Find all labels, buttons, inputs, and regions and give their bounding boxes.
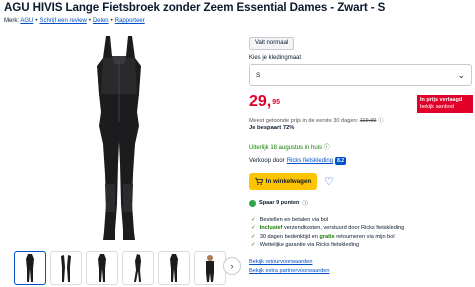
usp-item: ✓ 30 dagen bedenktijd en gratis retourner… (251, 233, 395, 240)
deal-line2: bekijk aanbod (420, 104, 454, 110)
old-price: 119,99 (359, 118, 377, 124)
chevron-right-icon: › (230, 261, 234, 271)
delivery-info: Uiterlijk 18 augustus in huis ⓘ (249, 142, 330, 151)
saving-text: Je bespaart 72% (249, 125, 295, 131)
report-link[interactable]: Rapporteer (115, 18, 145, 24)
thumbnail-4[interactable] (122, 251, 154, 285)
thumbnail-2[interactable] (50, 251, 82, 285)
points-info: Spaar 9 punten ⓘ (249, 199, 308, 207)
returns-link[interactable]: Bekijk retourvoorwaarden (249, 259, 312, 265)
deal-badge[interactable]: In prijs verlaagd bekijk aanbod (417, 95, 473, 113)
brand-link[interactable]: AGU (20, 18, 33, 24)
thumbnail-3[interactable] (86, 251, 118, 285)
size-label: Kies je kledingmaat (249, 55, 302, 61)
info-icon[interactable]: ⓘ (324, 145, 330, 151)
seller-prefix: Verkoop door (249, 158, 285, 164)
thumbnail-image (98, 254, 106, 282)
usp-list: ✓ Bestellen en betalen via bol ✓ Inclusief… (251, 216, 404, 250)
thumbnail-strip (14, 251, 226, 285)
usp-item: ✓ Bestellen en betalen via bol (251, 217, 329, 223)
thumbnail-5[interactable] (158, 251, 190, 285)
price-main: 29, (249, 93, 272, 110)
info-icon[interactable]: ⓘ (378, 118, 384, 124)
write-review-link[interactable]: Schrijf een review (39, 18, 86, 24)
price-cents: 95 (272, 99, 281, 106)
lowest-price-note: Meest getoonde prijs in de eerste 30 dag… (249, 116, 384, 124)
share-link[interactable]: Delen (93, 18, 109, 24)
info-icon[interactable]: ⓘ (302, 199, 308, 207)
check-icon: ✓ (251, 217, 256, 223)
thumbnail-image (26, 254, 34, 282)
product-image-area[interactable] (4, 28, 239, 243)
usp-item: ✓ Inclusief verzendkosten, verstuurd door… (251, 225, 405, 232)
lowest-price-text: Meest getoonde prijs in de eerste 30 dag… (249, 118, 360, 124)
thumbnail-image (170, 254, 178, 282)
size-select[interactable]: S ⌄ (249, 64, 472, 86)
points-coin-icon (249, 199, 256, 207)
check-icon: ✓ (251, 242, 256, 249)
usp-item: ✓ Wettelijke garantie via Ricks fietskled… (251, 242, 360, 249)
price: 29,95 (249, 93, 280, 111)
points-label: Spaar 9 punten (259, 200, 300, 206)
thumbnail-image (134, 254, 141, 282)
seller-link[interactable]: Ricks fietskleding (287, 158, 333, 164)
check-icon: ✓ (251, 225, 256, 232)
seller-score-badge: 8.2 (335, 157, 347, 165)
deal-line1: In prijs verlaagd (420, 97, 463, 103)
add-to-cart-label: In winkelwagen (265, 178, 312, 185)
thumbnail-image (206, 255, 214, 282)
seller-info: Verkoop door Ricks fietskleding 8.2 (249, 157, 347, 165)
thumbnail-6[interactable] (194, 251, 226, 285)
chevron-down-icon: ⌄ (457, 70, 465, 80)
delivery-text: Uiterlijk 18 augustus in huis (249, 145, 323, 151)
size-value: S (256, 72, 261, 79)
wishlist-heart-icon[interactable]: ♡ (324, 175, 334, 188)
cart-icon (254, 178, 263, 185)
brand-prefix: Merk: (4, 18, 21, 24)
add-to-cart-button[interactable]: In winkelwagen (249, 173, 317, 190)
thumbnail-image (61, 255, 71, 282)
next-image-button[interactable]: › (223, 257, 241, 275)
thumbnail-1[interactable] (14, 251, 46, 285)
partner-terms-link[interactable]: Bekijk extra partnervoorwaarden (249, 268, 330, 274)
check-icon: ✓ (251, 233, 256, 240)
product-image (97, 36, 141, 240)
product-meta: Merk: AGU • Schrijf een review • Delen • Rappo… (4, 18, 145, 24)
fit-chip[interactable]: Valt normaal (249, 37, 295, 50)
product-title: AGU HIVIS Lange Fietsbroek zonder Zeem E… (4, 1, 386, 14)
